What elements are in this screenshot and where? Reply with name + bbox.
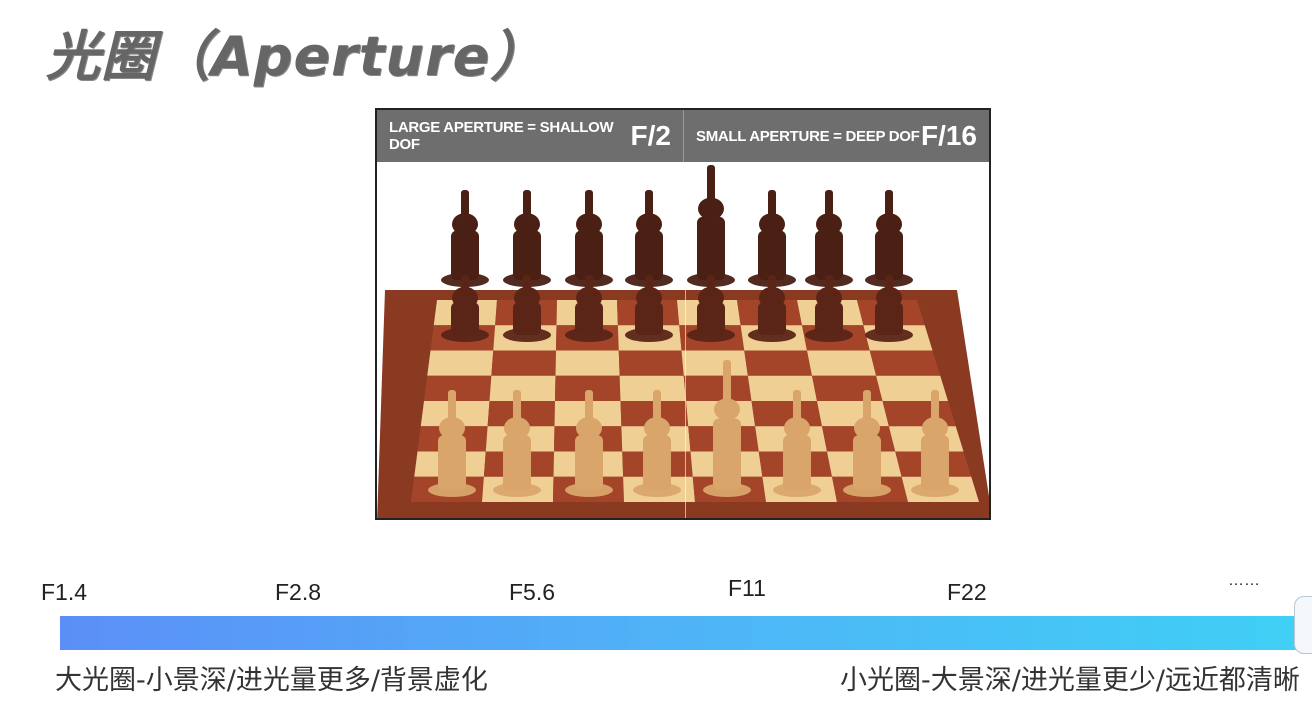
right-banner-fstop: F/16 — [920, 120, 977, 151]
light-piece-body — [713, 418, 741, 490]
fstop-label: F2.8 — [275, 579, 322, 605]
dark-pawn-crown — [585, 275, 593, 295]
light-piece-crown — [513, 390, 521, 422]
light-piece-body — [853, 435, 881, 490]
dark-back-piece-crown — [523, 190, 531, 219]
board-square — [555, 350, 620, 376]
light-piece-head — [714, 398, 740, 421]
board-square — [869, 350, 941, 376]
dark-back-piece-crown — [768, 190, 776, 219]
board-square — [807, 350, 877, 376]
dark-back-piece-body — [451, 230, 479, 280]
dark-back-piece-crown — [585, 190, 593, 219]
slide-title: 光圈（Aperture） — [46, 25, 546, 88]
board-square — [747, 375, 817, 401]
chessboard-illustration — [377, 165, 989, 518]
board-square — [618, 350, 684, 376]
caption-right: 小光圈-大景深/进光量更少/远近都清晰 — [840, 665, 1300, 696]
left-banner: LARGE APERTURE = SHALLOW DOF F/2 — [377, 110, 683, 162]
dark-back-piece-crown — [885, 190, 893, 219]
dark-back-piece-body — [575, 230, 603, 280]
light-piece-body — [783, 435, 811, 490]
photo-split-line — [685, 162, 686, 518]
board-square — [424, 375, 492, 401]
light-piece-crown — [793, 390, 801, 422]
photo-banner: LARGE APERTURE = SHALLOW DOF F/2 SMALL A… — [377, 110, 989, 162]
dark-back-piece-crown — [645, 190, 653, 219]
dark-back-piece-body — [513, 230, 541, 280]
dark-pawn-crown — [885, 275, 893, 295]
scroll-handle-icon[interactable] — [1294, 596, 1312, 654]
dark-pawn-crown — [825, 275, 833, 295]
board-square — [744, 350, 812, 376]
dark-back-piece-crown — [825, 190, 833, 219]
fstop-label: F5.6 — [509, 579, 556, 605]
dark-back-piece-body — [635, 230, 663, 280]
dark-back-piece-crown — [707, 165, 715, 202]
light-piece-body — [643, 435, 671, 490]
light-piece-body — [438, 435, 466, 490]
light-piece-crown — [723, 360, 731, 402]
board-square — [489, 375, 556, 401]
fstop-label: F1.4 — [41, 579, 88, 605]
right-banner-text: SMALL APERTURE = DEEP DOF — [696, 127, 920, 145]
light-piece-crown — [863, 390, 871, 422]
light-piece-crown — [585, 390, 593, 422]
fstop-label: F11 — [728, 575, 766, 601]
dark-back-piece-body — [758, 230, 786, 280]
fstop-ellipsis: …… — [1228, 572, 1260, 589]
board-square — [812, 375, 883, 401]
dark-pawn-crown — [768, 275, 776, 295]
light-piece-crown — [931, 390, 939, 422]
dark-back-piece-body — [697, 216, 725, 280]
dark-pawn-crown — [523, 275, 531, 295]
board-square — [681, 350, 748, 376]
caption-left: 大光圈-小景深/进光量更多/背景虚化 — [55, 665, 488, 696]
aperture-gradient-bar — [60, 616, 1312, 650]
light-piece-body — [503, 435, 531, 490]
dark-back-piece-body — [875, 230, 903, 280]
board-square — [619, 375, 686, 401]
chess-aperture-comparison-image: LARGE APERTURE = SHALLOW DOF F/2 SMALL A… — [375, 108, 991, 520]
dark-pawn-crown — [645, 275, 653, 295]
board-square — [491, 350, 556, 376]
light-piece-body — [921, 435, 949, 490]
dark-pawn-crown — [707, 275, 715, 295]
light-piece-crown — [448, 390, 456, 422]
left-banner-text: LARGE APERTURE = SHALLOW DOF — [389, 119, 614, 153]
left-banner-fstop: F/2 — [630, 120, 671, 151]
board-square — [683, 375, 752, 401]
dark-back-piece-crown — [461, 190, 469, 219]
board-square — [427, 350, 494, 376]
dark-back-piece-body — [815, 230, 843, 280]
fstop-label: F22 — [947, 579, 987, 605]
right-banner: SMALL APERTURE = DEEP DOF F/16 — [683, 110, 989, 162]
dark-pawn-crown — [461, 275, 469, 295]
light-piece-body — [575, 435, 603, 490]
light-piece-crown — [653, 390, 661, 422]
